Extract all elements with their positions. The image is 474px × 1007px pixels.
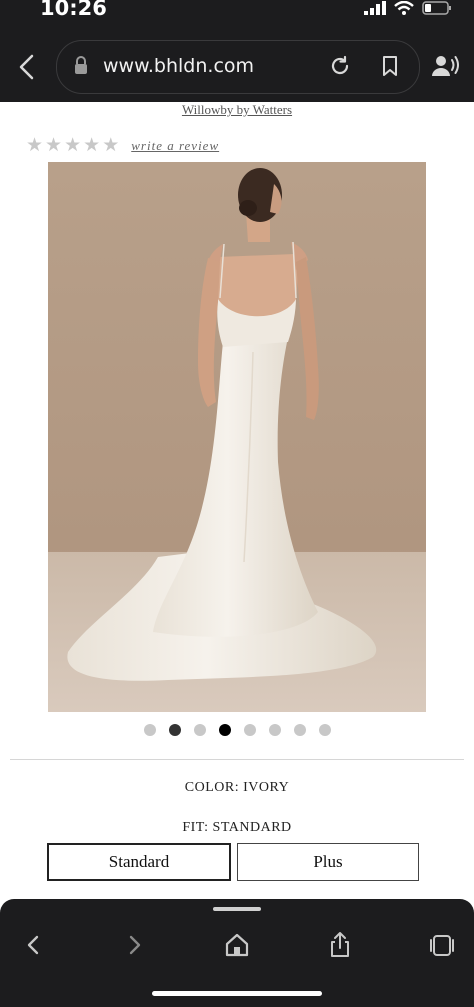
star-icon: ★ <box>102 135 120 156</box>
home-indicator <box>152 991 322 996</box>
star-icon: ★ <box>64 135 82 156</box>
star-icon: ★ <box>45 135 63 156</box>
fit-option-standard[interactable]: Standard <box>47 843 231 881</box>
color-label: COLOR: IVORY <box>184 780 290 795</box>
forward-icon[interactable] <box>120 931 148 959</box>
dress-photo <box>48 162 426 712</box>
status-icons <box>364 0 452 16</box>
carousel-dot[interactable] <box>293 724 306 736</box>
carousel-dot-active[interactable] <box>218 724 231 736</box>
reload-icon[interactable] <box>329 55 351 77</box>
write-review-link[interactable]: write a review <box>131 138 219 154</box>
star-icon: ★ <box>83 135 101 156</box>
browser-bottom-toolbar <box>0 899 474 1007</box>
browser-top-bar: 10:26 www.bhldn.com <box>0 0 474 102</box>
carousel-dot[interactable] <box>318 724 331 736</box>
url-text[interactable]: www.bhldn.com <box>103 55 254 77</box>
brand-link: Willowby by Watters <box>0 102 474 118</box>
rating-row: ★ ★ ★ ★ ★ write a review <box>26 135 219 156</box>
home-icon[interactable] <box>223 931 251 959</box>
product-image[interactable] <box>48 162 426 712</box>
carousel-dot[interactable] <box>268 724 281 736</box>
lock-icon <box>75 56 87 74</box>
battery-icon <box>422 1 451 15</box>
status-time: 10:26 <box>40 0 107 20</box>
signal-icon <box>364 1 386 15</box>
carousel-dot[interactable] <box>143 724 156 736</box>
back-arrow-icon[interactable] <box>14 52 42 82</box>
back-icon[interactable] <box>20 931 48 959</box>
address-row: www.bhldn.com <box>0 40 474 94</box>
divider <box>10 759 464 760</box>
tabs-icon[interactable] <box>428 931 456 959</box>
wifi-icon <box>394 1 414 15</box>
brand-name[interactable]: Willowby by Watters <box>182 102 292 117</box>
carousel-dot[interactable] <box>168 724 181 736</box>
carousel-dot[interactable] <box>193 724 206 736</box>
grab-handle[interactable] <box>213 907 261 911</box>
fit-option-plus[interactable]: Plus <box>237 843 419 881</box>
star-icon: ★ <box>26 135 44 156</box>
star-rating: ★ ★ ★ ★ ★ <box>26 135 120 156</box>
bookmark-icon[interactable] <box>381 55 399 77</box>
carousel-dot[interactable] <box>243 724 256 736</box>
address-bar[interactable]: www.bhldn.com <box>56 40 420 94</box>
share-icon[interactable] <box>326 931 354 959</box>
reader-mode-icon[interactable] <box>432 54 460 78</box>
carousel-dots <box>0 724 474 736</box>
fit-label: FIT: STANDARD <box>182 820 292 835</box>
